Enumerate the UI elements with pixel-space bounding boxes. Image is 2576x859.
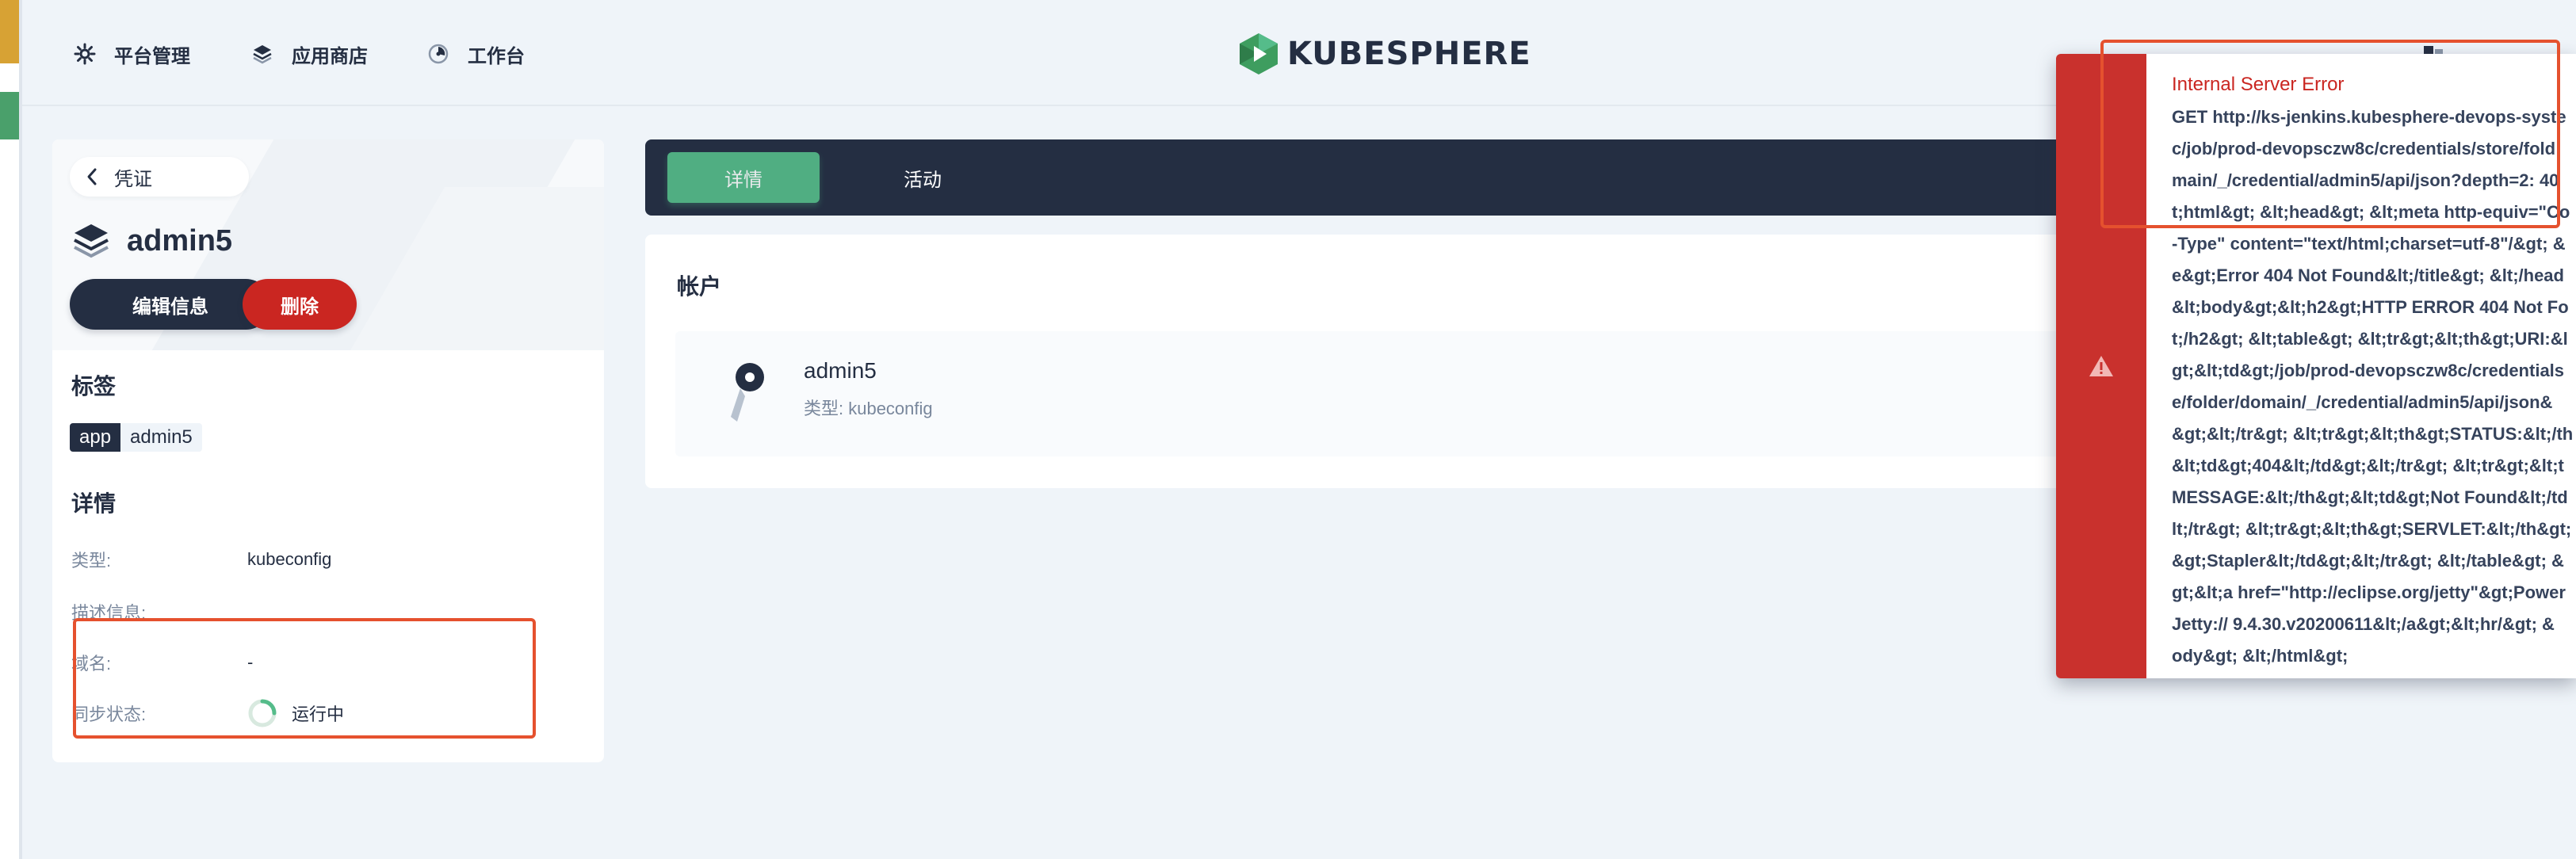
error-message-line: &lt;body&gt;&lt;h2&gt;HTTP ERROR 404 Not… — [2172, 297, 2569, 317]
error-message-line: GET http://ks-jenkins.kubesphere-devops-… — [2172, 107, 2566, 127]
page-title: admin5 — [127, 223, 233, 258]
gear-icon — [71, 40, 98, 67]
error-message-line: -Type" content="text/html;charset=utf-8"… — [2172, 234, 2566, 254]
detail-value: kubeconfig — [247, 549, 332, 569]
details-section-title: 详情 — [71, 491, 117, 516]
back-label: 凭证 — [114, 168, 152, 190]
nav-platform-label: 平台管理 — [114, 45, 190, 67]
detail-key: 域名: — [71, 654, 112, 674]
back-to-credentials-button[interactable]: 凭证 — [70, 157, 249, 197]
detail-row-description: 描述信息: — [71, 597, 247, 626]
error-message-line: c/job/prod-devopsczw8c/credentials/store… — [2172, 139, 2556, 158]
edit-info-button[interactable]: 编辑信息 — [70, 279, 271, 330]
credential-layers-icon — [74, 224, 109, 258]
nav-workbench-label: 工作台 — [468, 45, 525, 67]
error-notification[interactable]: Internal Server Error GET http://ks-jenk… — [2056, 54, 2576, 678]
kubesphere-logo-icon — [1240, 33, 1278, 74]
error-message-line: gt;&lt;td&gt;/job/prod-devopsczw8c/crede… — [2172, 361, 2565, 380]
label-tag: app admin5 — [70, 423, 202, 452]
error-message-line: &lt;td&gt;404&lt;/td&gt;&lt;/tr&gt; &lt;… — [2172, 456, 2564, 475]
edge-accent-yellow — [0, 0, 21, 63]
tab-activity[interactable]: 活动 — [859, 152, 986, 203]
error-message-line: e/folder/domain/_/credential/admin5/api/… — [2172, 392, 2553, 412]
nav-app-store[interactable]: 应用商店 — [249, 36, 368, 71]
detail-key: 类型: — [71, 551, 112, 571]
detail-row-domain: 域名: - — [71, 648, 253, 677]
tab-details[interactable]: 详情 — [667, 152, 820, 203]
error-message-line: e&gt;Error 404 Not Found&lt;/title&gt; &… — [2172, 265, 2564, 285]
error-message-line: MESSAGE:&lt;/th&gt;&lt;td&gt;Not Found&l… — [2172, 487, 2568, 507]
error-message-line: lt;/tr&gt; &lt;tr&gt;&lt;th&gt;SERVLET:&… — [2172, 519, 2572, 539]
error-message-line: &gt;Stapler&lt;/td&gt;&lt;/tr&gt; &lt;/t… — [2172, 551, 2564, 571]
detail-value: - — [247, 652, 254, 672]
edge-accent-green — [0, 92, 21, 139]
error-title: Internal Server Error — [2172, 74, 2345, 95]
error-message-line: t;html&gt; &lt;head&gt; &lt;meta http-eq… — [2172, 202, 2570, 222]
account-type: 类型: kubeconfig — [804, 399, 933, 418]
edge-shadow — [19, 0, 22, 859]
sync-status: 运行中 — [247, 698, 344, 728]
sync-status-text: 运行中 — [292, 704, 345, 724]
detail-row-type: 类型: kubeconfig — [71, 545, 331, 574]
key-icon — [731, 363, 764, 422]
error-notification-sidebar — [2056, 54, 2146, 678]
error-message-line: ody&gt; &lt;/html&gt; — [2172, 646, 2349, 666]
labels-section-title: 标签 — [71, 374, 117, 399]
error-message-line: gt;&lt;a href="http://eclipse.org/jetty"… — [2172, 582, 2566, 602]
detail-key: 描述信息: — [71, 603, 147, 623]
app-root: 平台管理 应用商店 工作台 KUBESPHERE 凭证 admin5 编辑信息 … — [0, 0, 2576, 859]
error-message-line: Jetty:// 9.4.30.v20200611&lt;/a&gt;&lt;h… — [2172, 614, 2555, 634]
account-name: admin5 — [804, 358, 877, 383]
nav-platform-management[interactable]: 平台管理 — [71, 36, 190, 71]
detail-row-sync-status: 同步状态: 运行中 — [71, 699, 344, 727]
error-notification-body: Internal Server Error GET http://ks-jenk… — [2172, 68, 2576, 672]
logo-wordmark: KUBESPHERE — [1287, 36, 1531, 72]
error-message-line: t;/h2&gt; &lt;table&gt; &lt;tr&gt;&lt;th… — [2172, 329, 2568, 349]
label-tag-value: admin5 — [120, 423, 202, 452]
account-section-title: 帐户 — [677, 274, 722, 299]
nav-appstore-label: 应用商店 — [292, 45, 368, 67]
dashboard-icon — [425, 40, 452, 67]
nav-workbench[interactable]: 工作台 — [425, 36, 525, 71]
warning-icon — [2089, 356, 2113, 376]
error-message-line: &gt;&lt;/tr&gt; &lt;tr&gt;&lt;th&gt;STAT… — [2172, 424, 2574, 444]
chevron-left-icon — [70, 167, 114, 186]
layers-icon — [249, 40, 276, 67]
detail-key: 同步状态: — [71, 704, 147, 724]
credential-title: admin5 — [71, 216, 232, 266]
label-tag-key: app — [70, 423, 121, 452]
credential-detail-card: 凭证 admin5 编辑信息 删除 标签 app admin5 详情 类型: k… — [52, 139, 604, 762]
kubesphere-logo[interactable]: KUBESPHERE — [1238, 32, 1531, 76]
delete-button[interactable]: 删除 — [243, 279, 357, 330]
loading-spinner-icon — [248, 699, 277, 727]
error-message-line: main/_/credential/admin5/api/json?depth=… — [2172, 170, 2559, 190]
